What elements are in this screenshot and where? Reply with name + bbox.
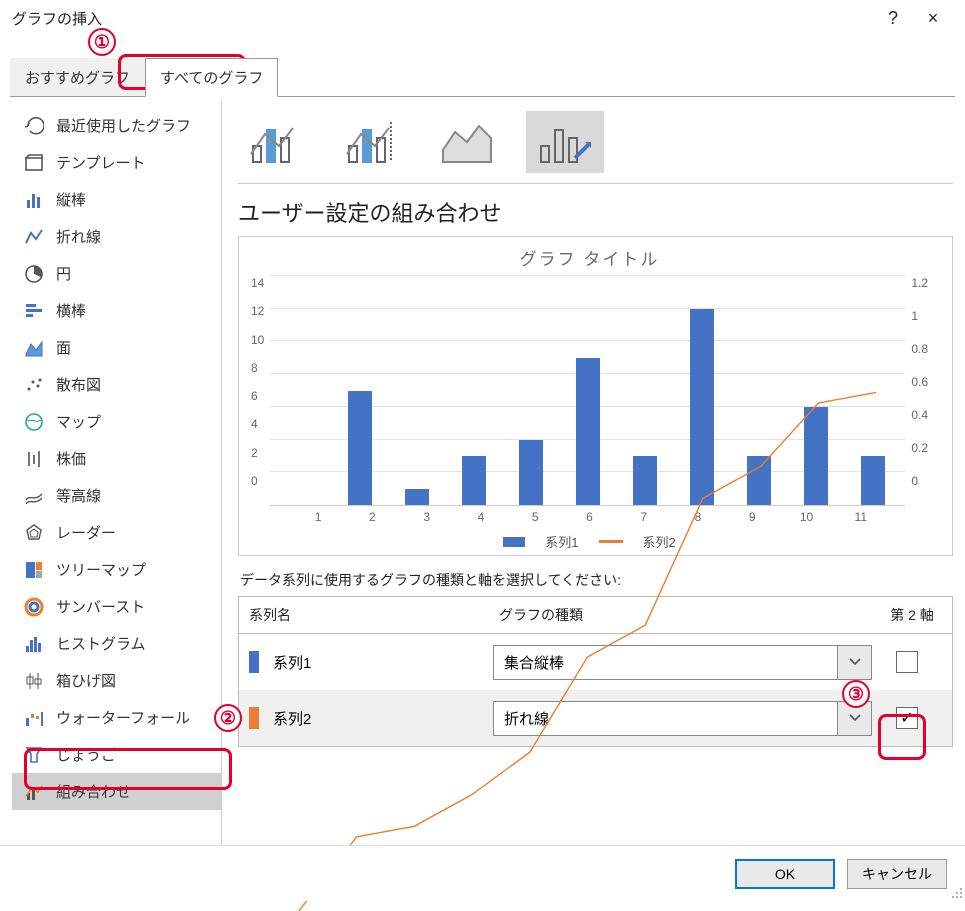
sidebar-item-label: サンバースト: [56, 596, 145, 617]
combo-subtype-1[interactable]: [238, 111, 316, 173]
combo-icon: [22, 782, 46, 802]
window-title: グラフの挿入: [12, 8, 873, 29]
combo-subtype-row: [238, 107, 953, 184]
sidebar-item-pie[interactable]: 円: [12, 255, 221, 292]
sidebar-item-label: ウォーターフォール: [56, 707, 190, 728]
sidebar-item-template[interactable]: テンプレート: [12, 144, 221, 181]
line-icon: [22, 227, 46, 247]
sidebar-item-label: 等高線: [56, 485, 101, 506]
bar-icon: [22, 301, 46, 321]
sidebar-item-label: マップ: [56, 411, 101, 432]
histogram-icon: [22, 634, 46, 654]
sidebar-item-label: 円: [56, 263, 71, 284]
sidebar-item-label: 折れ線: [56, 226, 101, 247]
sidebar-item-treemap[interactable]: ツリーマップ: [12, 551, 221, 588]
close-button[interactable]: ×: [913, 8, 953, 29]
sidebar-item-waterfall[interactable]: ウォーターフォール: [12, 699, 221, 736]
help-button[interactable]: ?: [873, 8, 913, 29]
radar-icon: [22, 523, 46, 543]
sidebar-item-bar[interactable]: 横棒: [12, 292, 221, 329]
stock-icon: [22, 449, 46, 469]
sidebar-item-label: ツリーマップ: [56, 559, 146, 580]
resize-grip[interactable]: [949, 885, 963, 899]
chart-preview: グラフ タイトル 14121086420 1.210.80.60.40.20 1…: [238, 236, 953, 556]
dialog-footer: OK キャンセル: [0, 845, 965, 901]
tab-recommended[interactable]: おすすめグラフ: [10, 58, 145, 97]
sidebar-item-map[interactable]: マップ: [12, 403, 221, 440]
sidebar-item-combo[interactable]: 組み合わせ: [12, 773, 221, 810]
sidebar-item-label: 株価: [56, 448, 86, 469]
map-icon: [22, 412, 46, 432]
sidebar-item-label: 組み合わせ: [56, 781, 131, 802]
pie-icon: [22, 264, 46, 284]
sidebar-item-label: テンプレート: [56, 152, 146, 173]
sidebar-item-stock[interactable]: 株価: [12, 440, 221, 477]
combo-subtype-2[interactable]: [334, 111, 412, 173]
area-icon: [22, 338, 46, 358]
template-icon: [22, 153, 46, 173]
funnel-icon: [22, 745, 46, 765]
sidebar-item-column[interactable]: 縦棒: [12, 181, 221, 218]
waterfall-icon: [22, 708, 46, 728]
chart-title: グラフ タイトル: [251, 245, 928, 270]
chart-type-sidebar: 最近使用したグラフテンプレート縦棒折れ線円横棒面散布図マップ株価等高線レーダーツ…: [12, 101, 222, 877]
titlebar: グラフの挿入 ? ×: [0, 0, 965, 38]
y-axis-left: 14121086420: [251, 276, 270, 506]
boxwhisker-icon: [22, 671, 46, 691]
y-axis-right: 1.210.80.60.40.20: [905, 276, 928, 506]
series-color-swatch: [249, 651, 259, 673]
combo-subtype-3[interactable]: [430, 111, 508, 173]
treemap-icon: [22, 560, 46, 580]
sidebar-item-radar[interactable]: レーダー: [12, 514, 221, 551]
sidebar-item-histogram[interactable]: ヒストグラム: [12, 625, 221, 662]
column-icon: [22, 190, 46, 210]
ok-button[interactable]: OK: [735, 859, 835, 889]
sidebar-item-label: ヒストグラム: [56, 633, 146, 654]
sidebar-item-sunburst[interactable]: サンバースト: [12, 588, 221, 625]
cancel-button[interactable]: キャンセル: [847, 859, 947, 889]
sidebar-item-area[interactable]: 面: [12, 329, 221, 366]
section-title: ユーザー設定の組み合わせ: [238, 196, 953, 228]
sidebar-item-label: 最近使用したグラフ: [56, 115, 191, 136]
sidebar-item-label: 横棒: [56, 300, 86, 321]
sidebar-item-recent[interactable]: 最近使用したグラフ: [12, 107, 221, 144]
sidebar-item-surface[interactable]: 等高線: [12, 477, 221, 514]
recent-icon: [22, 116, 46, 136]
sidebar-item-label: レーダー: [56, 522, 116, 543]
scatter-icon: [22, 375, 46, 395]
series-color-swatch: [249, 707, 259, 729]
sidebar-item-label: じょうご: [56, 744, 116, 765]
tab-all-charts[interactable]: すべてのグラフ: [145, 58, 278, 97]
surface-icon: [22, 486, 46, 506]
sidebar-item-label: 面: [56, 337, 71, 358]
sidebar-item-boxwhisker[interactable]: 箱ひげ図: [12, 662, 221, 699]
sidebar-item-line[interactable]: 折れ線: [12, 218, 221, 255]
combo-subtype-custom[interactable]: [526, 111, 604, 173]
sidebar-item-scatter[interactable]: 散布図: [12, 366, 221, 403]
sidebar-item-funnel[interactable]: じょうご: [12, 736, 221, 773]
sidebar-item-label: 散布図: [56, 374, 101, 395]
plot-area: [270, 276, 905, 506]
tab-strip: おすすめグラフ すべてのグラフ: [0, 58, 965, 97]
sidebar-item-label: 縦棒: [56, 189, 86, 210]
sidebar-item-label: 箱ひげ図: [56, 670, 116, 691]
sunburst-icon: [22, 597, 46, 617]
